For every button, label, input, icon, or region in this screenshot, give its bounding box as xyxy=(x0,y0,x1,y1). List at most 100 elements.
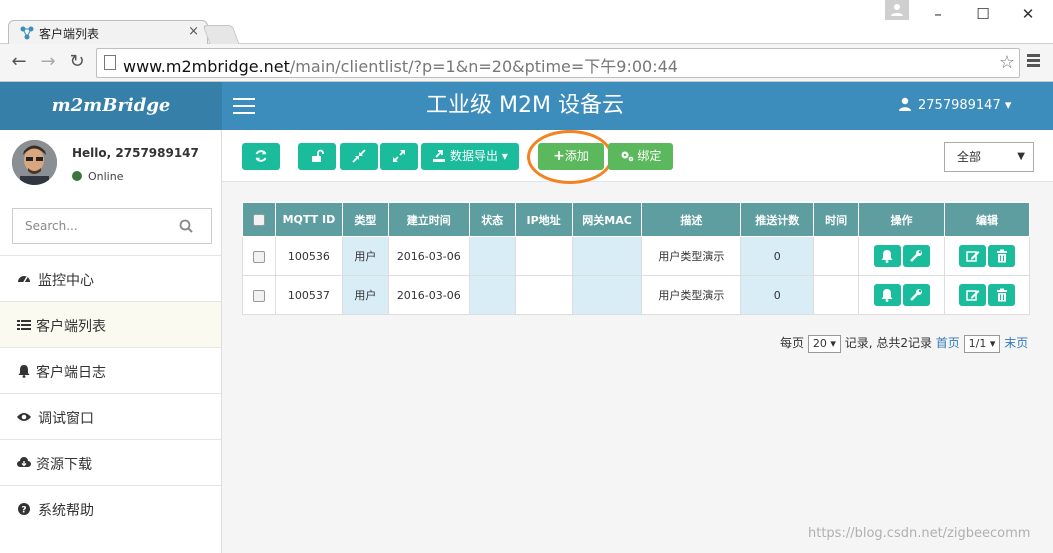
edit-button[interactable] xyxy=(959,245,986,267)
add-highlight-annotation xyxy=(527,130,613,184)
browser-tab[interactable]: 客户端列表 × xyxy=(8,20,208,44)
back-icon[interactable]: ← xyxy=(8,51,30,73)
cell-actions xyxy=(858,236,946,276)
column-header: 时间 xyxy=(813,202,860,237)
bell-icon xyxy=(881,250,893,263)
site-favicon-icon xyxy=(20,26,34,40)
client-table: MQTT ID 类型 建立时间 状态 IP地址 网关MAC 描述 推送计数 时间… xyxy=(242,202,1030,315)
url-input[interactable]: www.m2mbridge.net/main/clientlist/?p=1&n… xyxy=(96,48,1020,78)
bind-button[interactable]: 绑定 xyxy=(608,143,673,170)
settings-button[interactable] xyxy=(902,245,930,267)
question-icon: ? xyxy=(18,503,30,516)
list-icon xyxy=(17,320,31,330)
gears-icon xyxy=(621,151,633,162)
cell-desc: 用户类型演示 xyxy=(641,236,742,276)
new-tab-button[interactable] xyxy=(202,25,240,44)
browser-menu-icon[interactable] xyxy=(1024,52,1044,72)
wrench-icon xyxy=(910,250,923,262)
forward-icon[interactable]: → xyxy=(37,51,59,73)
row-checkbox-cell[interactable] xyxy=(242,275,276,315)
first-page-link[interactable]: 首页 xyxy=(936,336,960,350)
cell-created: 2016-03-06 xyxy=(387,236,470,276)
alert-button[interactable] xyxy=(873,284,901,306)
sidebar-item-download[interactable]: 资源下载 xyxy=(0,439,221,485)
tab-close-icon[interactable]: × xyxy=(188,24,199,39)
cell-ip xyxy=(514,236,573,276)
cell-status xyxy=(468,275,516,315)
column-header: 状态 xyxy=(468,202,516,237)
per-page-select[interactable]: 20 ▾ xyxy=(807,334,841,353)
delete-button[interactable] xyxy=(988,284,1015,306)
cell-type: 用户 xyxy=(341,275,389,315)
last-page-link[interactable]: 末页 xyxy=(1004,336,1028,350)
user-menu[interactable]: 2757989147 ▾ xyxy=(898,97,1011,113)
user-icon xyxy=(899,97,911,111)
minimize-button[interactable]: – xyxy=(918,2,958,26)
wrench-icon xyxy=(910,289,923,301)
search-input[interactable] xyxy=(13,209,173,243)
profile-icon[interactable] xyxy=(885,0,909,20)
cell-time xyxy=(813,275,860,315)
row-checkbox[interactable] xyxy=(252,250,265,263)
cloud-download-icon xyxy=(17,457,31,467)
url-text: www.m2mbridge.net/main/clientlist/?p=1&n… xyxy=(123,57,678,76)
avatar xyxy=(12,140,57,185)
svg-text:?: ? xyxy=(21,506,26,516)
cell-status xyxy=(468,236,516,276)
pagination: 每页 20 ▾ 记录, 总共2记录 首页 1/1 ▾ 末页 xyxy=(780,334,1028,353)
bell-icon xyxy=(881,289,893,302)
dashboard-icon xyxy=(18,276,30,283)
sidebar-item-debug[interactable]: 调试窗口 xyxy=(0,393,221,439)
user-panel: Hello, 2757989147 Online xyxy=(0,130,221,202)
export-icon xyxy=(433,150,446,162)
unlock-button[interactable] xyxy=(298,143,336,170)
refresh-icon xyxy=(255,150,267,162)
row-checkbox[interactable] xyxy=(252,289,265,302)
alert-button[interactable] xyxy=(873,245,901,267)
search-icon[interactable] xyxy=(179,219,193,233)
expand-icon xyxy=(393,150,405,162)
data-export-button[interactable]: 数据导出 ▾ xyxy=(421,143,519,170)
edit-icon xyxy=(965,290,979,301)
cell-desc: 用户类型演示 xyxy=(641,275,742,315)
bookmark-star-icon[interactable]: ☆ xyxy=(999,52,1015,73)
refresh-button[interactable] xyxy=(242,143,280,170)
sidebar-item-clientlist[interactable]: 客户端列表 xyxy=(0,301,221,347)
logo[interactable]: m2mBridge xyxy=(0,82,222,130)
filter-select[interactable]: 全部 ▼ xyxy=(944,142,1034,172)
cell-mac xyxy=(571,275,643,315)
column-header: 描述 xyxy=(641,202,742,237)
select-all-header[interactable] xyxy=(242,202,276,237)
sidebar-item-clientlog[interactable]: 客户端日志 xyxy=(0,347,221,393)
close-window-button[interactable]: ✕ xyxy=(1008,2,1048,26)
user-greeting: Hello, 2757989147 xyxy=(72,146,199,160)
delete-button[interactable] xyxy=(988,245,1015,267)
select-all-checkbox[interactable] xyxy=(252,214,265,226)
table-row: 100536 用户 2016-03-06 用户类型演示 0 xyxy=(242,236,1030,276)
sidebar-menu: 监控中心 客户端列表 客户端日志 调试窗口 资源下载 ? 系统帮助 xyxy=(0,255,221,531)
unlock-icon xyxy=(312,149,324,162)
address-bar-row: ← → ↻ www.m2mbridge.net/main/clientlist/… xyxy=(0,44,1053,82)
cell-ip xyxy=(514,275,573,315)
cell-count: 0 xyxy=(740,275,815,315)
cell-id: 100536 xyxy=(274,236,343,276)
settings-button[interactable] xyxy=(902,284,930,306)
table-row: 100537 用户 2016-03-06 用户类型演示 0 xyxy=(242,275,1030,315)
reload-icon[interactable]: ↻ xyxy=(66,51,88,73)
column-header: 推送计数 xyxy=(740,202,815,237)
table-header-row: MQTT ID 类型 建立时间 状态 IP地址 网关MAC 描述 推送计数 时间… xyxy=(242,202,1030,237)
cell-time xyxy=(813,236,860,276)
page-select[interactable]: 1/1 ▾ xyxy=(963,334,1001,353)
expand-button[interactable] xyxy=(380,143,418,170)
tab-title: 客户端列表 xyxy=(39,27,100,41)
cell-mac xyxy=(571,236,643,276)
compress-button[interactable] xyxy=(340,143,378,170)
sidebar-item-monitor[interactable]: 监控中心 xyxy=(0,255,221,301)
row-checkbox-cell[interactable] xyxy=(242,236,276,276)
sidebar-item-help[interactable]: ? 系统帮助 xyxy=(0,485,221,531)
sidebar-toggle-icon[interactable] xyxy=(233,98,255,114)
edit-button[interactable] xyxy=(959,284,986,306)
edit-icon xyxy=(965,251,979,262)
maximize-button[interactable]: ☐ xyxy=(963,2,1003,26)
browser-tab-bar: 客户端列表 × – ☐ ✕ xyxy=(0,0,1053,44)
